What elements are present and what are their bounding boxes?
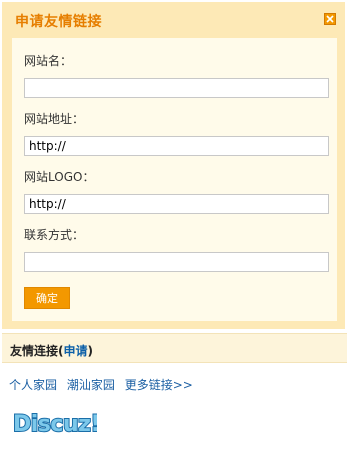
submit-button[interactable]: 确定 (24, 287, 70, 309)
friend-links-title-prefix: 友情连接( (10, 344, 64, 358)
contact-input[interactable] (24, 252, 329, 272)
link-item-personal-home[interactable]: 个人家园 (9, 378, 57, 392)
discuz-logo-text: Discuz! (13, 412, 97, 437)
close-icon (326, 15, 334, 23)
link-item-more-links[interactable]: 更多链接>> (125, 378, 193, 392)
dialog-title: 申请友情链接 (15, 14, 102, 30)
link-item-chaoshan-home[interactable]: 潮汕家园 (67, 378, 115, 392)
site-logo-label: 网站LOGO： (24, 170, 95, 184)
site-url-label: 网站地址： (24, 112, 85, 126)
contact-label: 联系方式： (24, 228, 85, 242)
discuz-logo[interactable]: Discuz! (11, 406, 97, 438)
apply-link[interactable]: 申请 (64, 344, 88, 358)
friend-links-title-suffix: ) (87, 344, 93, 358)
site-name-label: 网站名： (24, 54, 73, 68)
close-button[interactable] (324, 13, 336, 25)
friend-links-title: 友情连接(申请) (10, 342, 93, 359)
friend-link-dialog: 申请友情链接 网站名： 网站地址： 网站LOGO： 联系方式： 确定 (2, 2, 345, 329)
site-url-input[interactable] (24, 136, 329, 156)
friend-links-header: 友情连接(申请) (2, 333, 347, 363)
site-name-input[interactable] (24, 78, 329, 98)
friend-links-list: 个人家园 潮汕家园 更多链接>> (9, 376, 199, 393)
site-logo-input[interactable] (24, 194, 329, 214)
